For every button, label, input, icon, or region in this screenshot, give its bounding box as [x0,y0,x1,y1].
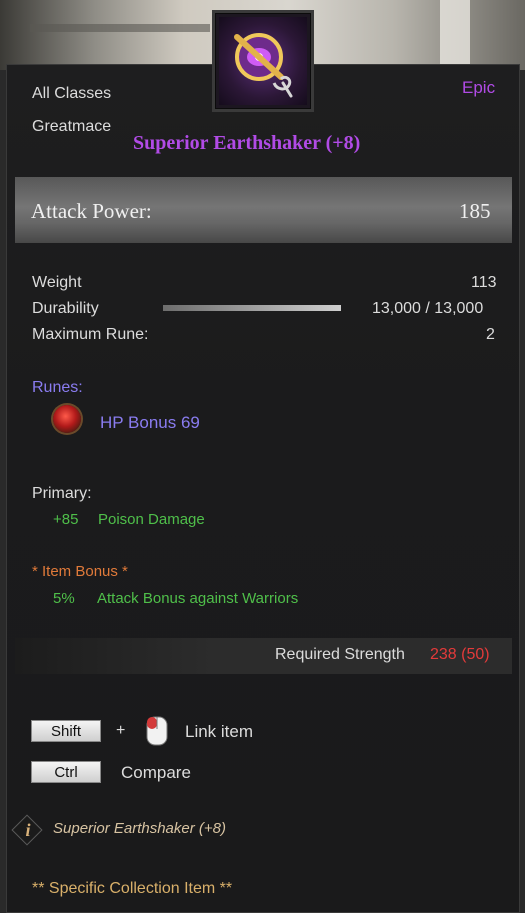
durability-value: 13,000 / 13,000 [372,300,484,317]
max-rune-value: 2 [486,326,495,343]
attack-power-label: Attack Power: [31,199,152,223]
info-icon: i [25,819,31,840]
item-bonus-heading: * Item Bonus * [32,563,128,580]
primary-value: +85 [53,511,79,528]
item-type: Greatmace [32,118,112,135]
primary-label: Poison Damage [98,511,205,528]
weight-value: 113 [471,274,497,291]
weight-label: Weight [32,274,82,291]
item-bonus-label: Attack Bonus against Warriors [97,590,299,607]
plus-sign: + [116,722,126,739]
red-rune-gem-icon [53,405,81,433]
durability-label: Durability [32,300,99,317]
greatmace-icon [219,17,307,105]
link-item-label: Link item [185,722,254,741]
background-pillar [440,0,470,70]
item-bonus-value: 5% [53,590,75,607]
durability-bar [163,305,341,311]
attack-power-value: 185 [459,199,491,223]
ctrl-key: Ctrl [31,761,101,783]
rarity-label: Epic [462,78,496,97]
item-icon[interactable] [212,10,314,112]
primary-heading: Primary: [32,485,92,502]
item-tooltip: All Classes Greatmace Epic Superior Eart… [6,64,520,913]
class-restriction: All Classes [32,85,112,102]
info-item-name: Superior Earthshaker (+8) [53,820,226,837]
required-strength-value: 238 (50) [430,646,490,663]
shift-key: Shift [31,720,101,742]
rune-item-label: HP Bonus 69 [100,413,200,432]
runes-heading: Runes: [32,379,83,396]
durability-bar-fill [163,305,341,311]
collection-text: ** Specific Collection Item ** [32,880,233,897]
compare-label: Compare [121,763,191,782]
max-rune-label: Maximum Rune: [32,326,149,343]
mouse-icon [146,716,168,746]
required-strength-label: Required Strength [275,646,405,663]
background-rail [30,24,210,32]
item-name: Superior Earthshaker (+8) [133,132,361,154]
